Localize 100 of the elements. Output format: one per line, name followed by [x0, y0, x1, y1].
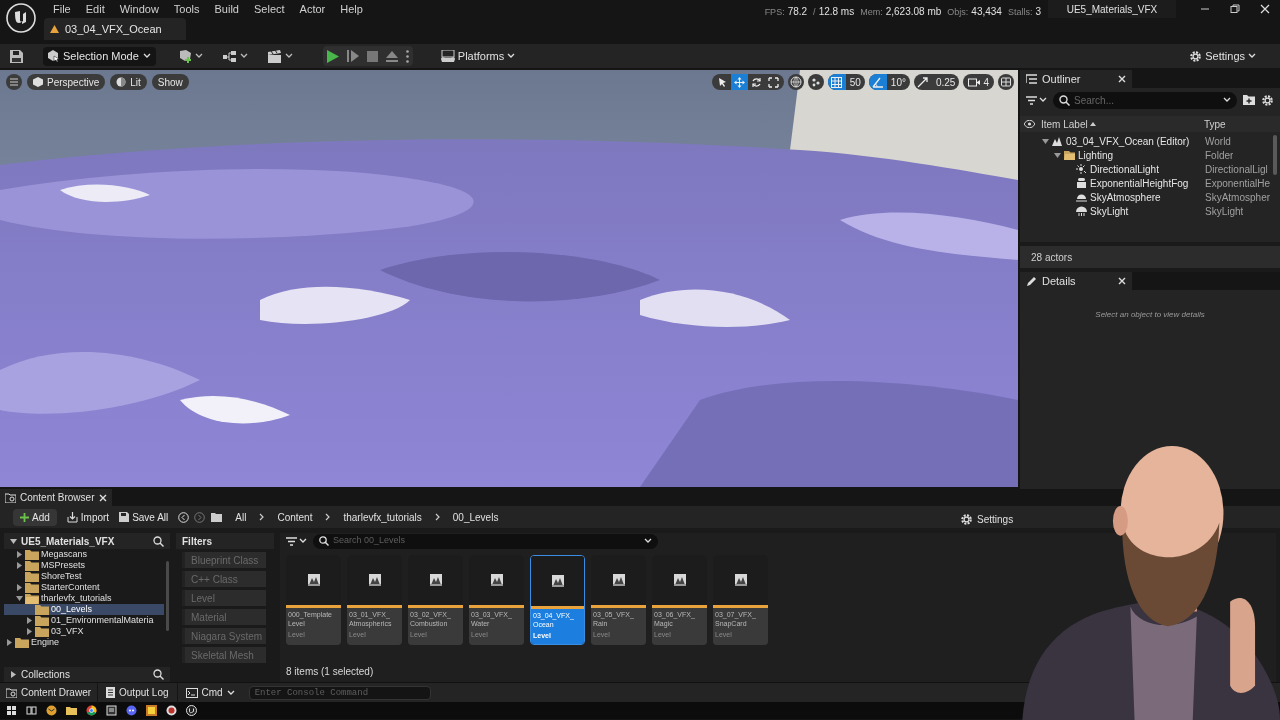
import-button[interactable]: Import: [66, 509, 110, 525]
collapsed-arrow-icon[interactable]: [10, 671, 17, 678]
menu-item[interactable]: Help: [333, 0, 370, 19]
pencil-icon: [1026, 276, 1037, 286]
breadcrumb-link[interactable]: 00_Levels: [449, 509, 502, 525]
back-icon[interactable]: [178, 511, 190, 523]
collapsed-arrow-icon[interactable]: [26, 628, 33, 635]
stop-icon[interactable]: [366, 50, 378, 62]
content-drawer-button[interactable]: Content Drawer: [0, 682, 98, 703]
filter-dropdown[interactable]: [1026, 95, 1047, 105]
eject-icon[interactable]: [385, 50, 398, 62]
document-tab[interactable]: 03_04_VFX_Ocean: [44, 18, 186, 40]
breadcrumb-link[interactable]: tharlevfx_tutorials: [340, 509, 425, 525]
outliner-item[interactable]: DirectionalLight: [1090, 161, 1159, 177]
folder-item[interactable]: ShoreTest: [41, 572, 82, 581]
folder-icon[interactable]: [66, 705, 77, 716]
close-icon[interactable]: [99, 493, 107, 502]
task-view-icon[interactable]: [26, 705, 37, 716]
close-icon[interactable]: [1260, 4, 1270, 14]
expanded-arrow-icon[interactable]: [16, 595, 23, 602]
collapsed-arrow-icon[interactable]: [16, 584, 23, 591]
folder-item[interactable]: tharlevfx_tutorials: [41, 594, 112, 603]
folder-item[interactable]: 01_EnvironmentalMateria: [51, 616, 154, 625]
search-field[interactable]: Search 00_Levels: [313, 533, 658, 549]
search-icon[interactable]: [153, 669, 164, 680]
content-browser-icon: [5, 492, 16, 503]
add-folder-icon[interactable]: [1243, 95, 1255, 105]
menu-item[interactable]: Actor: [292, 0, 333, 19]
close-icon[interactable]: [1118, 75, 1126, 83]
settings-button[interactable]: Settings: [1189, 48, 1256, 65]
platforms-dropdown[interactable]: Platforms: [440, 47, 516, 65]
collapsed-arrow-icon[interactable]: [26, 617, 33, 624]
play-icon[interactable]: [326, 49, 339, 63]
expanded-arrow-icon[interactable]: [10, 537, 17, 545]
import-icon: [66, 511, 78, 523]
outliner-item[interactable]: SkyLight: [1090, 203, 1129, 219]
start-icon[interactable]: [6, 705, 17, 716]
breadcrumb-link[interactable]: All: [232, 509, 250, 525]
restore-icon[interactable]: [1230, 4, 1240, 14]
column-header[interactable]: Item Label: [1041, 116, 1204, 132]
filter-icon: [286, 536, 297, 546]
expanded-arrow-icon[interactable]: [1054, 151, 1061, 159]
visibility-icon[interactable]: [1024, 120, 1035, 128]
mail-icon[interactable]: [46, 705, 57, 716]
filter-dropdown[interactable]: [286, 536, 307, 546]
collapsed-arrow-icon[interactable]: [16, 562, 23, 569]
folder-item[interactable]: Megascans: [41, 550, 88, 559]
column-header[interactable]: Type: [1204, 116, 1226, 132]
level-icon: [1052, 136, 1063, 146]
close-icon[interactable]: [1118, 277, 1126, 285]
menu-item[interactable]: Build: [207, 0, 246, 19]
console-input[interactable]: Enter Console Command: [248, 685, 431, 700]
blueprint-dropdown[interactable]: [220, 49, 250, 63]
save-icon[interactable]: [10, 49, 23, 63]
menu-item[interactable]: Window: [112, 0, 166, 19]
expanded-arrow-icon[interactable]: [1042, 137, 1049, 145]
panel-tab[interactable]: Outliner: [1020, 70, 1132, 88]
search-input[interactable]: Search 00_Levels: [333, 534, 640, 548]
level-icon: [368, 574, 381, 586]
outliner-item[interactable]: Lighting: [1078, 147, 1114, 163]
outliner-item[interactable]: 03_04_VFX_Ocean (Editor): [1066, 133, 1190, 149]
outliner-item[interactable]: SkyAtmosphere: [1090, 189, 1161, 205]
more-options-icon[interactable]: [405, 49, 409, 63]
panel-tab[interactable]: Content Browser: [0, 489, 112, 506]
selection-mode-dropdown[interactable]: Selection Mode: [43, 46, 156, 66]
level-icon: [612, 574, 625, 586]
terminal-icon: [185, 687, 198, 698]
folder-item[interactable]: 03_VFX: [51, 627, 84, 636]
engine-logo-icon[interactable]: [186, 705, 197, 716]
add-button[interactable]: Add: [13, 508, 57, 526]
step-icon[interactable]: [346, 50, 359, 62]
menu-item[interactable]: Edit: [78, 0, 112, 19]
search-input[interactable]: Search...: [1074, 92, 1219, 108]
menu-item[interactable]: Select: [247, 0, 292, 19]
record-icon[interactable]: [166, 705, 177, 716]
scrollbar[interactable]: [1273, 135, 1277, 175]
engine-logo-icon[interactable]: [6, 3, 36, 33]
menu-item[interactable]: Tools: [166, 0, 207, 19]
type-cell-text: Folder: [1205, 148, 1234, 163]
scrollbar[interactable]: [166, 561, 169, 631]
panel-tab[interactable]: Details: [1020, 272, 1132, 290]
save-all-button[interactable]: Save All: [119, 509, 169, 525]
browser-icon[interactable]: [86, 705, 97, 716]
search-field[interactable]: Search...: [1053, 91, 1237, 109]
outliner-item[interactable]: ExponentialHeightFog: [1090, 175, 1189, 191]
caret-icon: [644, 538, 652, 544]
cinematics-dropdown[interactable]: [265, 49, 295, 63]
folder-item[interactable]: Engine: [31, 638, 60, 647]
search-icon[interactable]: [153, 535, 164, 547]
breadcrumb-link[interactable]: Content: [274, 509, 316, 525]
folder-item[interactable]: StarterContent: [41, 583, 100, 592]
chat-icon[interactable]: [126, 705, 137, 716]
chevron-icon: [325, 513, 331, 521]
menu-item[interactable]: File: [46, 0, 78, 19]
settings-button[interactable]: Settings: [960, 512, 1014, 527]
collapsed-arrow-icon[interactable]: [6, 639, 13, 646]
collapsed-arrow-icon[interactable]: [16, 551, 23, 558]
caret-icon: [299, 538, 307, 544]
app-icon[interactable]: [106, 705, 117, 716]
folder-item[interactable]: MSPresets: [41, 561, 85, 570]
